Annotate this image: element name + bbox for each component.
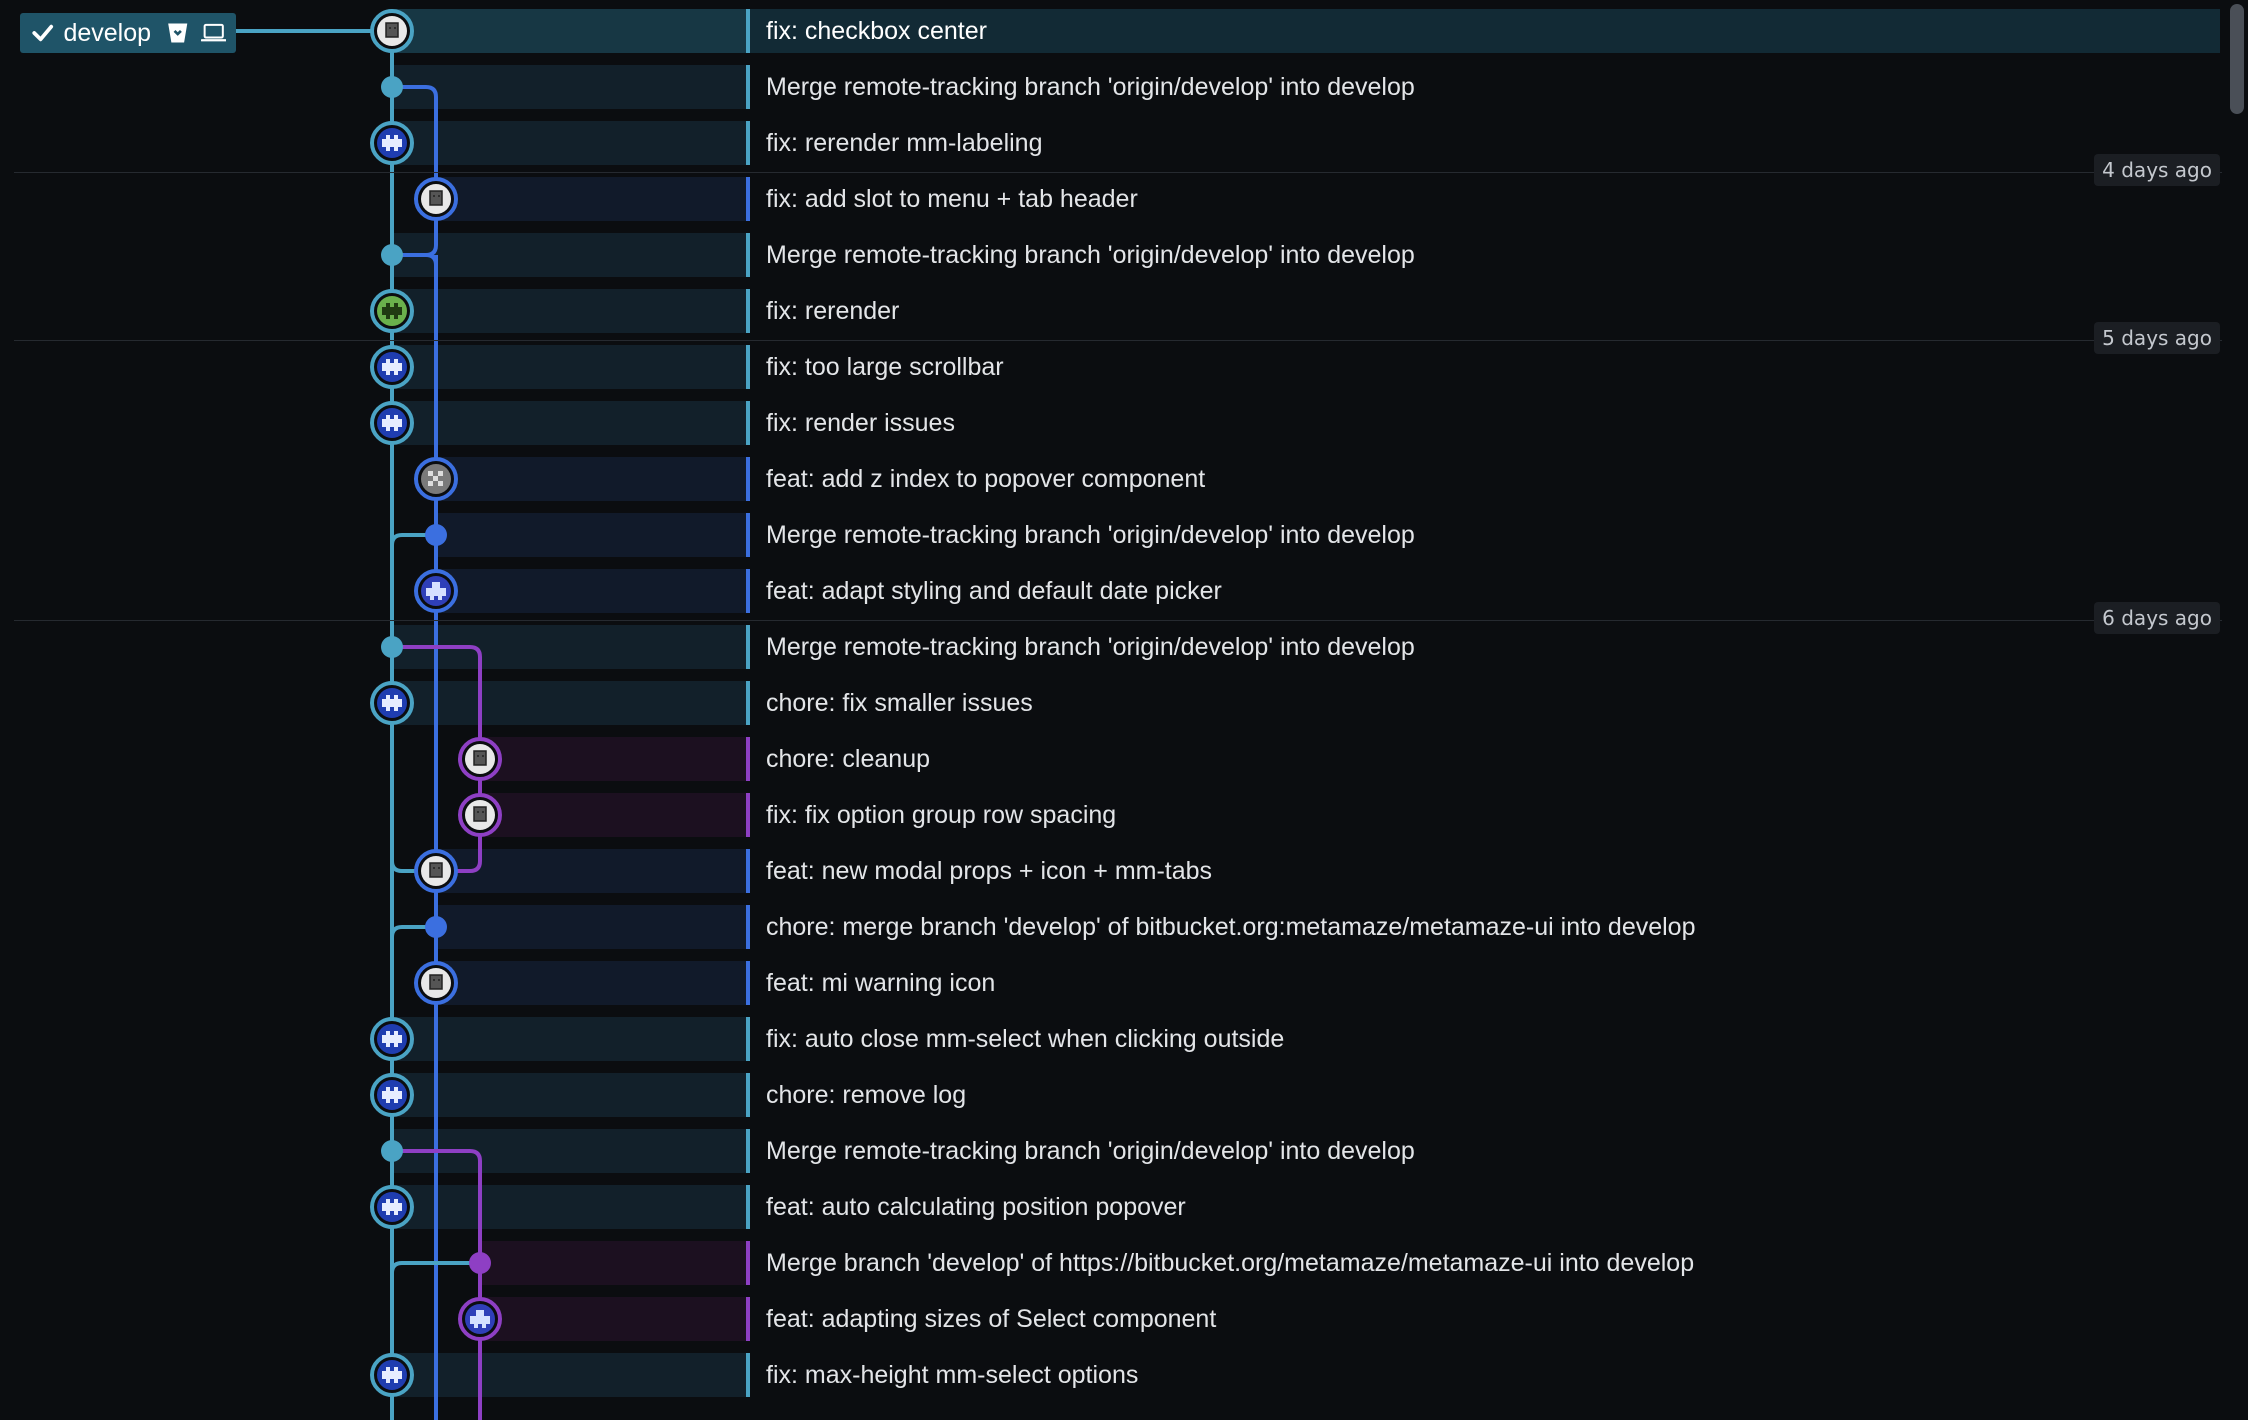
merge-node[interactable] xyxy=(425,916,447,938)
commit-message: fix: fix option group row spacing xyxy=(766,801,1117,829)
merge-node[interactable] xyxy=(381,636,403,658)
commit-message: chore: remove log xyxy=(766,1081,967,1109)
remote-branch-icon xyxy=(168,23,188,43)
avatar-invader-icon[interactable] xyxy=(370,401,414,445)
commit-message: feat: adapt styling and default date pic… xyxy=(766,577,1222,605)
avatar-face-icon[interactable] xyxy=(458,737,502,781)
merge-node[interactable] xyxy=(469,1252,491,1274)
date-label: 4 days ago xyxy=(2094,154,2220,186)
commit-message: Merge remote-tracking branch 'origin/dev… xyxy=(766,1137,1415,1165)
date-label: 5 days ago xyxy=(2094,322,2220,354)
commit-message: feat: add z index to popover component xyxy=(766,465,1206,493)
commit-message: chore: cleanup xyxy=(766,745,931,773)
vertical-scrollbar[interactable] xyxy=(2224,0,2248,1420)
commit-message: feat: auto calculating position popover xyxy=(766,1193,1186,1221)
commit-message: fix: too large scrollbar xyxy=(766,353,1004,381)
avatar-invader-icon[interactable] xyxy=(370,1017,414,1061)
commit-message: Merge remote-tracking branch 'origin/dev… xyxy=(766,73,1415,101)
commit-message: fix: checkbox center xyxy=(766,17,987,45)
commit-message: feat: mi warning icon xyxy=(766,969,996,997)
branch-name: develop xyxy=(63,18,152,47)
branch-graph xyxy=(236,9,502,1420)
date-label: 6 days ago xyxy=(2094,602,2220,634)
avatar-invader-icon[interactable] xyxy=(370,345,414,389)
avatar-invader-icon[interactable] xyxy=(370,1185,414,1229)
avatar-invader-icon[interactable] xyxy=(370,681,414,725)
local-laptop-icon xyxy=(200,23,226,42)
merge-node[interactable] xyxy=(425,524,447,546)
commit-message: Merge remote-tracking branch 'origin/dev… xyxy=(766,633,1415,661)
scrollbar-thumb[interactable] xyxy=(2230,4,2244,114)
commit-message: Merge remote-tracking branch 'origin/dev… xyxy=(766,521,1415,549)
avatar-green-invader-icon[interactable] xyxy=(370,289,414,333)
avatar-invader-icon[interactable] xyxy=(370,1073,414,1117)
avatar-face-icon[interactable] xyxy=(458,793,502,837)
avatar-ship-icon[interactable] xyxy=(414,569,458,613)
commit-graph-view: fix: checkbox center Merge remote-trackin… xyxy=(0,0,2248,1420)
avatar-pixel-icon[interactable] xyxy=(414,457,458,501)
checkmark-icon xyxy=(32,24,54,42)
commit-message: fix: auto close mm-select when clicking … xyxy=(766,1025,1285,1053)
avatar-ship-icon[interactable] xyxy=(458,1297,502,1341)
commit-message: feat: new modal props + icon + mm-tabs xyxy=(766,857,1213,885)
commit-message: fix: rerender mm-labeling xyxy=(766,129,1043,157)
commit-message: feat: adapting sizes of Select component xyxy=(766,1305,1217,1333)
commit-message: fix: rerender xyxy=(766,297,900,325)
date-divider xyxy=(14,172,2222,173)
commit-message: fix: add slot to menu + tab header xyxy=(766,185,1138,213)
merge-node[interactable] xyxy=(381,244,403,266)
avatar-face-icon[interactable] xyxy=(370,9,414,53)
commit-message: chore: fix smaller issues xyxy=(766,689,1033,717)
avatar-invader-icon[interactable] xyxy=(370,1353,414,1397)
avatar-face-icon[interactable] xyxy=(414,961,458,1005)
date-divider xyxy=(14,620,2222,621)
date-divider xyxy=(14,340,2222,341)
avatar-face-icon[interactable] xyxy=(414,177,458,221)
branch-label-develop[interactable]: develop xyxy=(20,13,236,53)
merge-node[interactable] xyxy=(381,76,403,98)
commit-message: Merge remote-tracking branch 'origin/dev… xyxy=(766,241,1415,269)
commit-message: fix: render issues xyxy=(766,409,955,437)
commit-message: chore: merge branch 'develop' of bitbuck… xyxy=(766,913,1696,941)
commit-message: Merge branch 'develop' of https://bitbuc… xyxy=(766,1249,1695,1277)
merge-node[interactable] xyxy=(381,1140,403,1162)
avatar-invader-icon[interactable] xyxy=(370,121,414,165)
commit-message: fix: max-height mm-select options xyxy=(766,1361,1139,1389)
avatar-face-icon[interactable] xyxy=(414,849,458,893)
